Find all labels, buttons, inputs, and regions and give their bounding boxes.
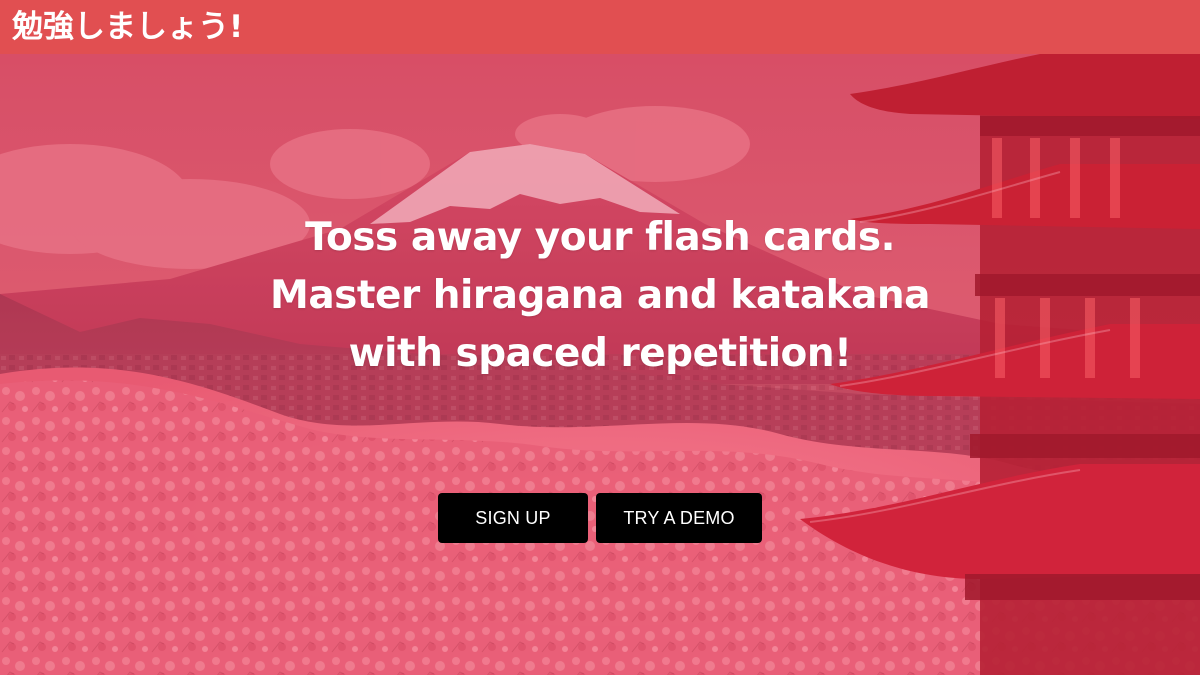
sign-up-button[interactable]: SIGN UP [438,493,588,543]
headline-line-1: Toss away your flash cards. [305,215,895,260]
hero-section: Toss away your flash cards. Master hirag… [0,54,1200,675]
headline-line-3: with spaced repetition! [348,331,852,376]
cta-button-row: SIGN UP TRY A DEMO [0,493,1200,543]
hero-headline: Toss away your flash cards. Master hirag… [0,209,1200,383]
headline-line-2: Master hiragana and katakana [270,273,930,318]
top-bar: 勉強しましょう! [0,0,1200,54]
brand-logo-text[interactable]: 勉強しましょう! [12,11,243,43]
try-demo-button[interactable]: TRY A DEMO [596,493,762,543]
